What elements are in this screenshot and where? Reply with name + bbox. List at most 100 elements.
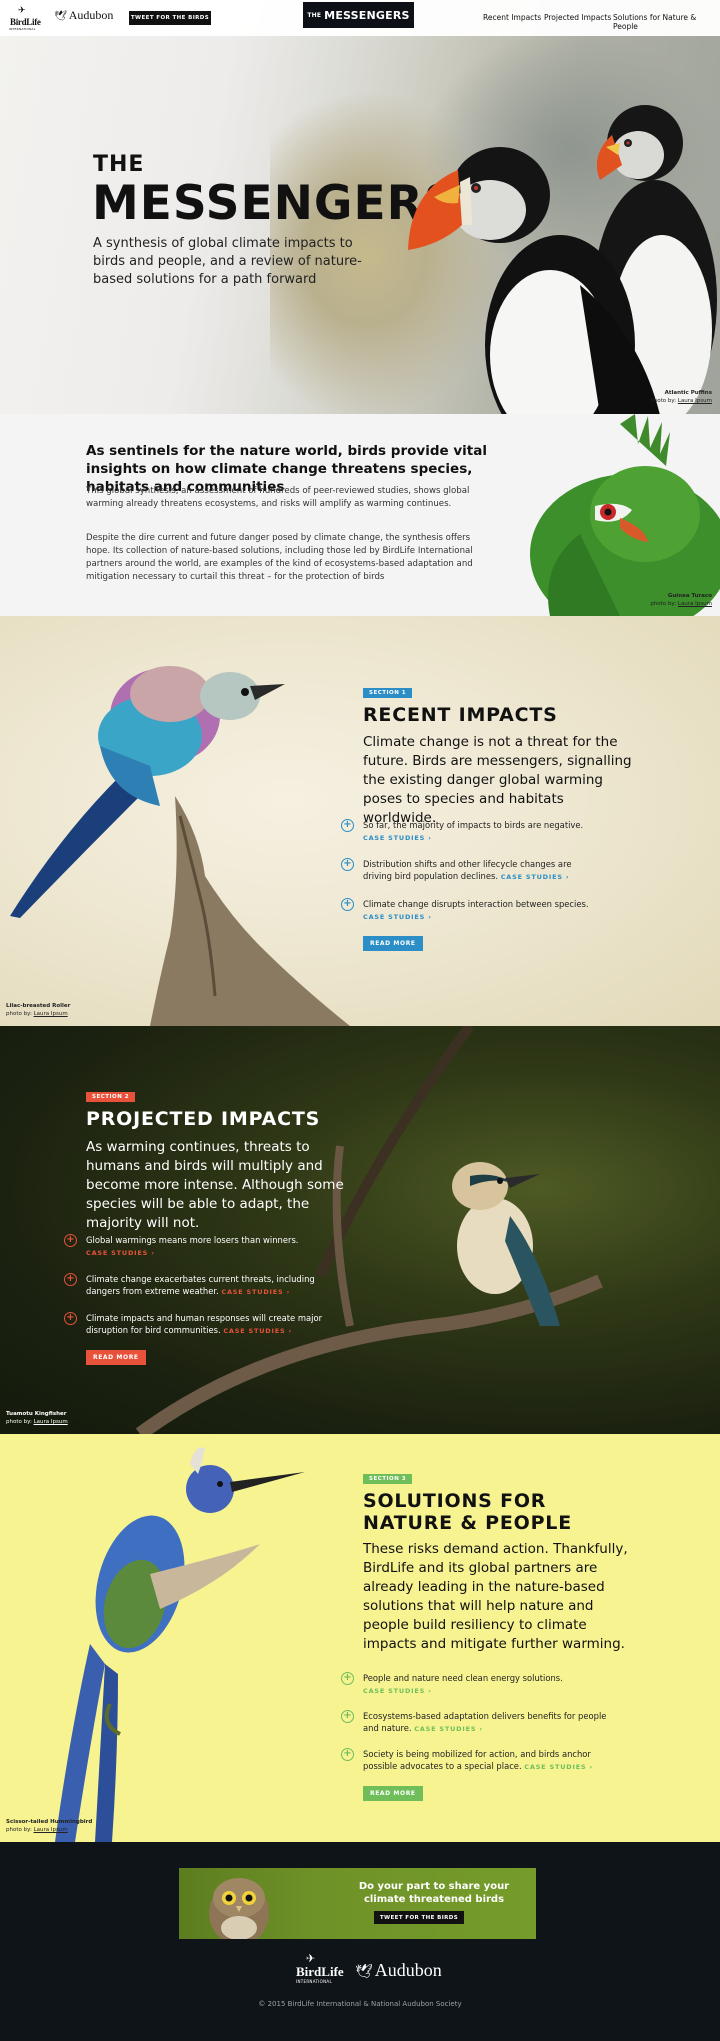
photo-caption: Scissor-tailed Hummingbird photo by: Lau… — [6, 1818, 136, 1834]
impact-bullet: + Climate impacts and human responses wi… — [64, 1312, 356, 1337]
section-tag: SECTION 1 — [363, 688, 413, 698]
atlantic-puffins-photo — [408, 105, 717, 414]
impact-bullet: + Climate change exacerbates current thr… — [64, 1273, 346, 1298]
caption-title: Atlantic Puffins — [664, 390, 712, 396]
photo-caption: Lilac-breasted Roller photo by: Laura Ip… — [6, 1002, 126, 1018]
nav-projected-impacts[interactable]: Projected Impacts — [544, 13, 611, 22]
photographer-link[interactable]: Laura Ipsum — [678, 601, 712, 607]
brand-name: MESSENGERS — [324, 8, 410, 22]
projected-impacts-section: SECTION 2 PROJECTED IMPACTS As warming c… — [0, 1026, 720, 1434]
scissor-tailed-hummingbird-photo — [55, 1447, 305, 1842]
section-title-line: NATURE & PEOPLE — [363, 1512, 572, 1534]
page-footer: Do your part to share your climate threa… — [0, 1842, 720, 2041]
solutions-section: SECTION 3 SOLUTIONS FOR NATURE & PEOPLE … — [0, 1434, 720, 1842]
caption-prefix: photo by: — [650, 601, 677, 607]
birdlife-logo-text: BirdLife — [296, 1964, 344, 1979]
case-studies-link[interactable]: CASE STUDIES › — [363, 1687, 432, 1695]
case-studies-link[interactable]: CASE STUDIES › — [221, 1288, 290, 1296]
bullet-text: Global warmings means more losers than w… — [86, 1235, 299, 1245]
plus-circle-icon[interactable]: + — [341, 1710, 354, 1723]
caption-prefix: photo by: — [6, 1827, 32, 1833]
impact-bullet: + So far, the majority of impacts to bir… — [341, 819, 623, 844]
case-studies-link[interactable]: CASE STUDIES › — [524, 1763, 593, 1771]
audubon-logo-text: Audubon — [68, 8, 114, 22]
case-studies-link[interactable]: CASE STUDIES › — [223, 1327, 292, 1335]
photographer-link[interactable]: Laura Ipsum — [34, 1011, 68, 1017]
caption-prefix: photo by: — [6, 1419, 32, 1425]
plus-circle-icon[interactable]: + — [64, 1312, 77, 1325]
caption-title: Guinea Turaco — [667, 593, 712, 599]
read-more-button[interactable]: READ MORE — [86, 1350, 146, 1365]
intro-paragraph: Despite the dire current and future dang… — [86, 533, 473, 582]
hero-title-the: THE — [93, 152, 145, 177]
plus-circle-icon[interactable]: + — [64, 1234, 77, 1247]
nav-solutions[interactable]: Solutions for Nature & People — [613, 13, 720, 31]
photographer-link[interactable]: Laura Ipsum — [34, 1419, 68, 1425]
bullet-text: People and nature need clean energy solu… — [363, 1673, 563, 1683]
hero-description: A synthesis of global climate impacts to… — [93, 236, 362, 287]
bullet-text: Ecosystems-based adaptation delivers ben… — [363, 1711, 607, 1733]
caption-title: Lilac-breasted Roller — [6, 1003, 71, 1009]
plus-circle-icon[interactable]: + — [341, 898, 354, 911]
plus-circle-icon[interactable]: + — [341, 819, 354, 832]
plus-circle-icon[interactable]: + — [341, 1672, 354, 1685]
bird-icon: ✈ — [18, 6, 26, 16]
impact-bullet: + Global warmings means more losers than… — [64, 1234, 346, 1259]
top-navigation-bar: ✈ BirdLife INTERNATIONAL 🕊 Audubon TWEET … — [0, 0, 720, 36]
caption-title: Tuamotu Kingfisher — [6, 1411, 67, 1417]
case-studies-link[interactable]: CASE STUDIES › — [86, 1249, 155, 1257]
caption-title: Scissor-tailed Hummingbird — [6, 1819, 93, 1825]
birdlife-logo-sub: INTERNATIONAL — [9, 27, 36, 31]
impact-bullet: + Society is being mobilized for action,… — [341, 1748, 623, 1773]
section-title: RECENT IMPACTS — [363, 704, 558, 726]
birdlife-logo-sub: INTERNATIONAL — [296, 1979, 332, 1984]
guinea-turaco-photo — [530, 414, 720, 616]
case-studies-link[interactable]: CASE STUDIES › — [501, 873, 570, 881]
plus-circle-icon[interactable]: + — [341, 858, 354, 871]
plus-circle-icon[interactable]: + — [64, 1273, 77, 1286]
brand-the: THE — [307, 11, 322, 19]
owl-photo — [209, 1878, 269, 1939]
section-title-line: SOLUTIONS FOR — [363, 1490, 547, 1512]
hero-section: THE MESSENGERS A synthesis of global cli… — [0, 0, 720, 414]
impact-bullet: + Ecosystems-based adaptation delivers b… — [341, 1710, 608, 1735]
read-more-button[interactable]: READ MORE — [363, 1786, 423, 1801]
intro-section: As sentinels for the nature world, birds… — [0, 414, 720, 616]
lilac-breasted-roller-photo — [10, 666, 350, 1026]
tweet-promo-banner: Do your part to share your climate threa… — [179, 1868, 536, 1939]
audubon-logo-text: Audubon — [374, 1960, 442, 1980]
egret-icon: 🕊 — [355, 1965, 373, 1980]
caption-prefix: photo by: — [650, 398, 677, 404]
bullet-text: So far, the majority of impacts to birds… — [363, 820, 584, 830]
read-more-button[interactable]: READ MORE — [363, 936, 423, 951]
case-studies-link[interactable]: CASE STUDIES › — [363, 913, 432, 921]
photographer-link[interactable]: Laura Ipsum — [678, 398, 712, 404]
section-lead: These risks demand action. Thankfully, B… — [363, 1541, 628, 1652]
case-studies-link[interactable]: CASE STUDIES › — [414, 1725, 483, 1733]
intro-paragraph: This global synthesis, an assessment of … — [86, 486, 470, 509]
case-studies-link[interactable]: CASE STUDIES › — [363, 834, 432, 842]
nav-recent-impacts[interactable]: Recent Impacts — [483, 13, 541, 22]
photographer-link[interactable]: Laura Ipsum — [34, 1827, 68, 1833]
impact-bullet: + Climate change disrupts interaction be… — [341, 898, 623, 923]
copyright-notice: © 2015 BirdLife International & National… — [258, 2000, 462, 2008]
photo-caption: Guinea Turaco photo by: Laura Ipsum — [600, 592, 712, 608]
section-tag: SECTION 2 — [86, 1092, 136, 1102]
caption-prefix: photo by: — [6, 1011, 32, 1017]
tweet-for-the-birds-button[interactable]: TWEET FOR THE BIRDS — [374, 1911, 464, 1924]
tweet-for-the-birds-button[interactable]: TWEET FOR THE BIRDS — [129, 11, 211, 25]
site-brand[interactable]: THE MESSENGERS — [303, 2, 414, 28]
section-title: PROJECTED IMPACTS — [86, 1108, 321, 1130]
audubon-logo[interactable]: 🕊 Audubon — [355, 1960, 442, 1981]
birdlife-logo-text: BirdLife — [10, 17, 41, 27]
impact-bullet: + People and nature need clean energy so… — [341, 1672, 623, 1697]
bullet-text: Climate change disrupts interaction betw… — [363, 899, 589, 909]
photo-caption: Atlantic Puffins photo by: Laura Ipsum — [600, 389, 712, 405]
audubon-logo[interactable]: 🕊 Audubon — [54, 8, 113, 28]
birdlife-logo[interactable]: ✈ BirdLife INTERNATIONAL — [9, 6, 45, 32]
promo-text: Do your part to share your climate threa… — [358, 1881, 510, 1905]
plus-circle-icon[interactable]: + — [341, 1748, 354, 1761]
section-lead: As warming continues, threats to humans … — [86, 1139, 344, 1231]
section-tag: SECTION 3 — [363, 1474, 413, 1484]
egret-icon: 🕊 — [54, 11, 67, 22]
